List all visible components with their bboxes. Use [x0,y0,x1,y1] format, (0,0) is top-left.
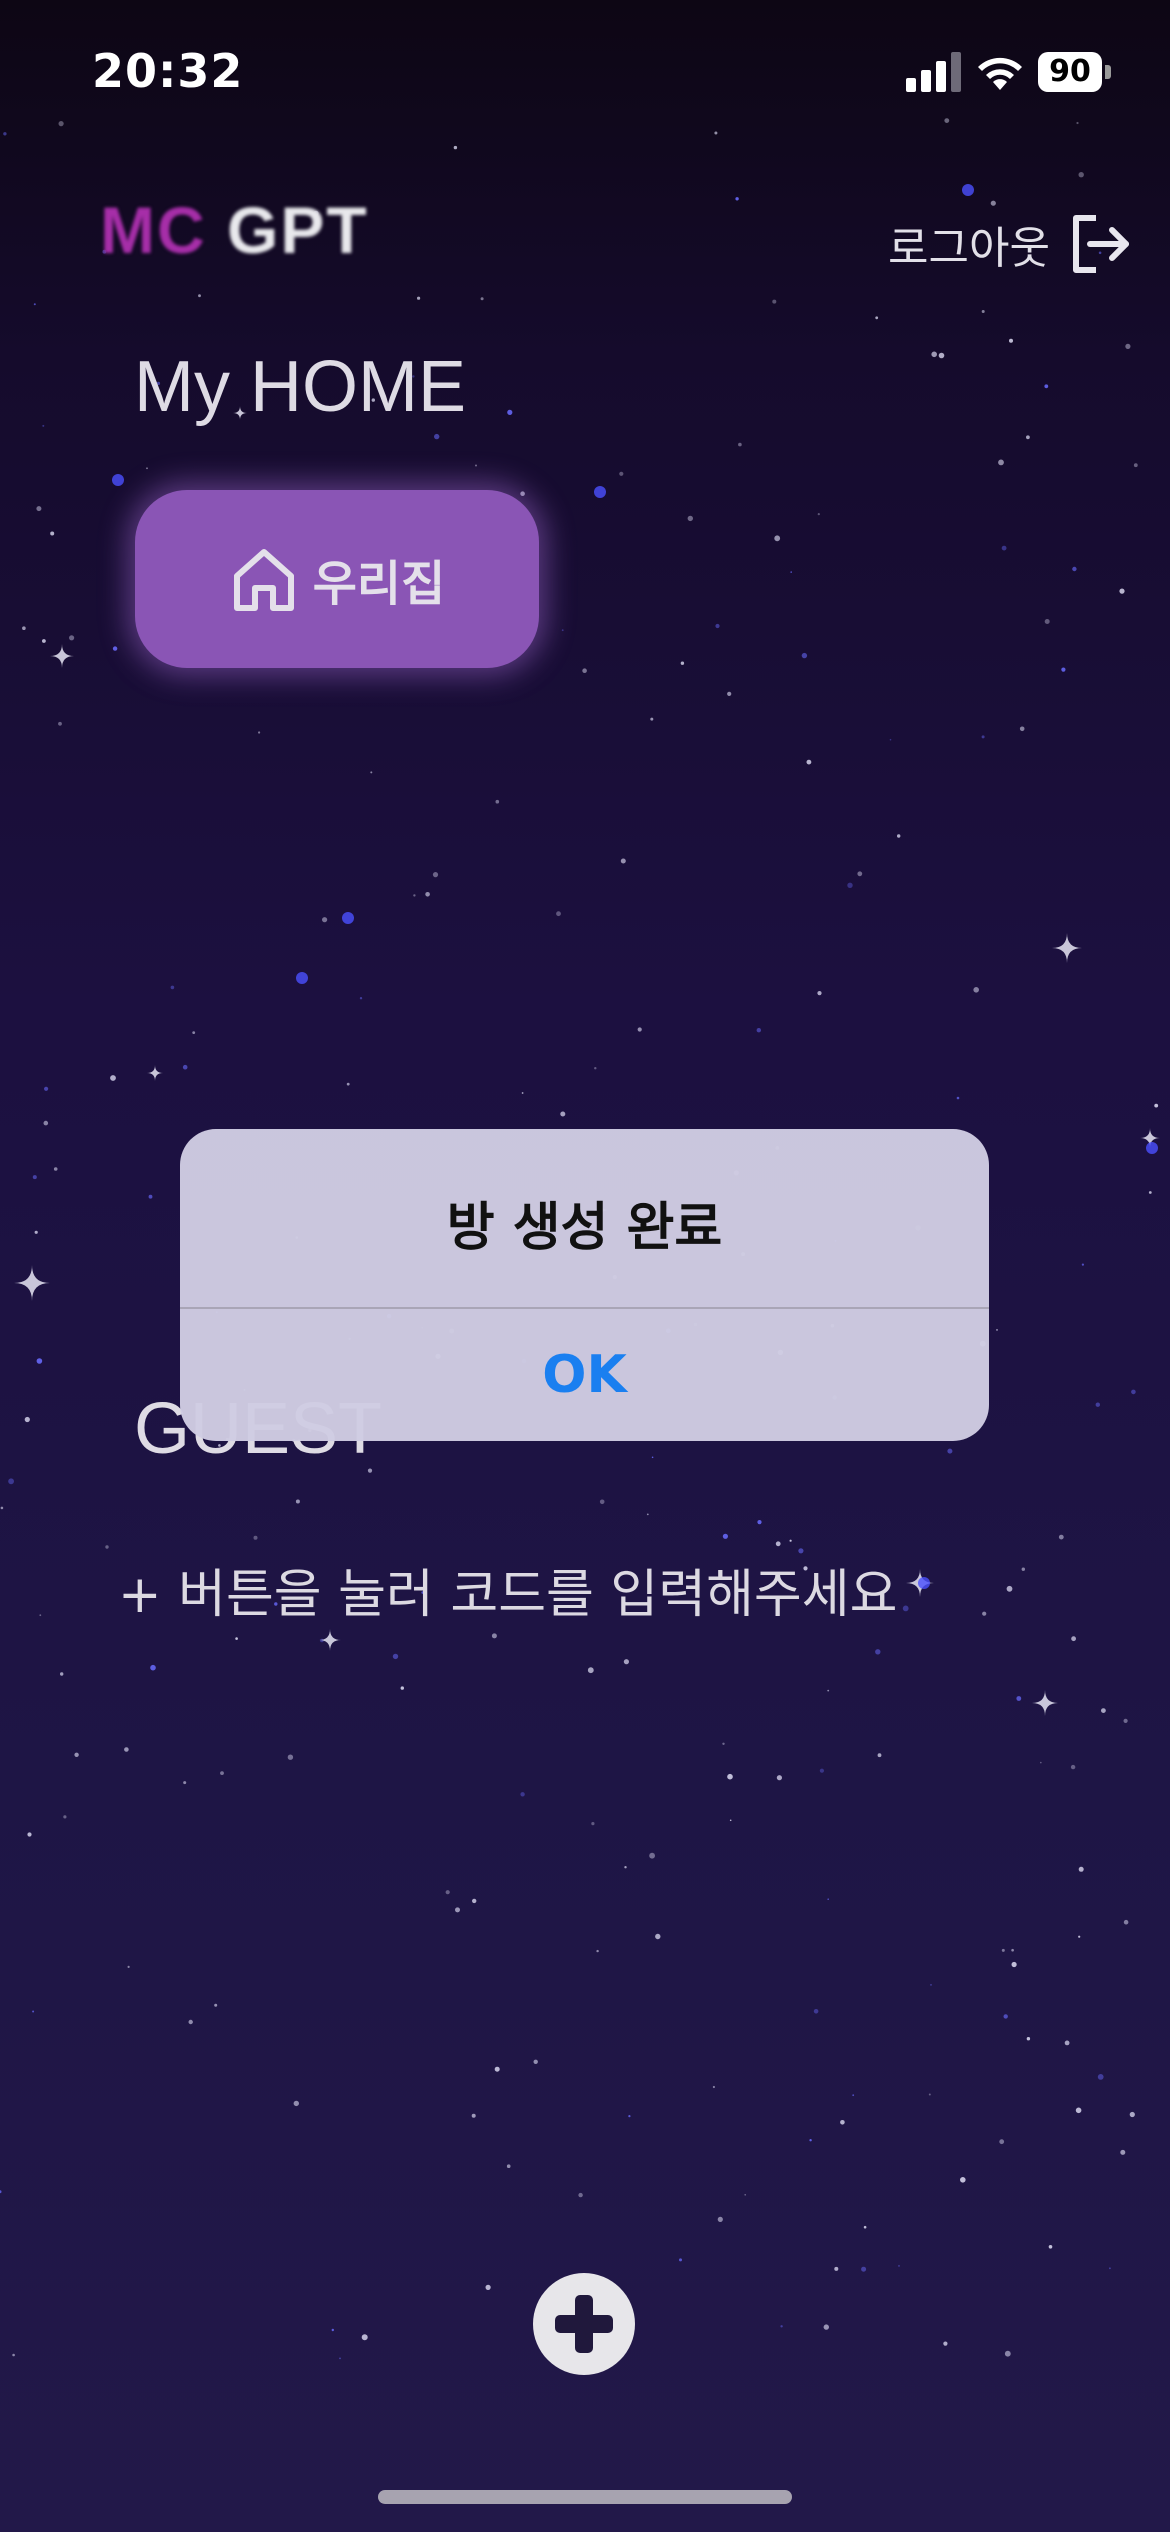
alert-dialog: 방 생성 완료 OK [180,1129,989,1441]
status-bar: 20:32 90 [0,0,1170,150]
logout-button[interactable]: 로그아웃 [888,212,1132,276]
app-logo: MC GPT [100,192,369,268]
room-card-uri-jip[interactable]: 우리집 [135,490,539,668]
logout-arrow-icon [1072,215,1129,273]
logo-mc: MC [100,193,207,267]
wifi-icon [978,57,1022,90]
room-card-label: 우리집 [312,556,446,612]
battery-level: 90 [1049,54,1091,89]
logo-gpt: GPT [227,193,369,267]
battery-icon: 90 [1038,52,1112,92]
add-code-button[interactable] [533,2273,635,2375]
plus-icon [555,2295,613,2353]
alert-ok-button[interactable]: OK [180,1309,989,1441]
status-time: 20:32 [92,44,244,98]
cellular-signal-icon [906,52,961,92]
house-icon [233,549,294,611]
home-indicator [378,2490,792,2504]
logout-label: 로그아웃 [888,223,1050,274]
alert-title: 방 생성 완료 [446,1198,723,1258]
my-home-title: My HOME [134,347,466,427]
guest-hint-text: + 버튼을 눌러 코드를 입력해주세요 [118,1565,898,1625]
